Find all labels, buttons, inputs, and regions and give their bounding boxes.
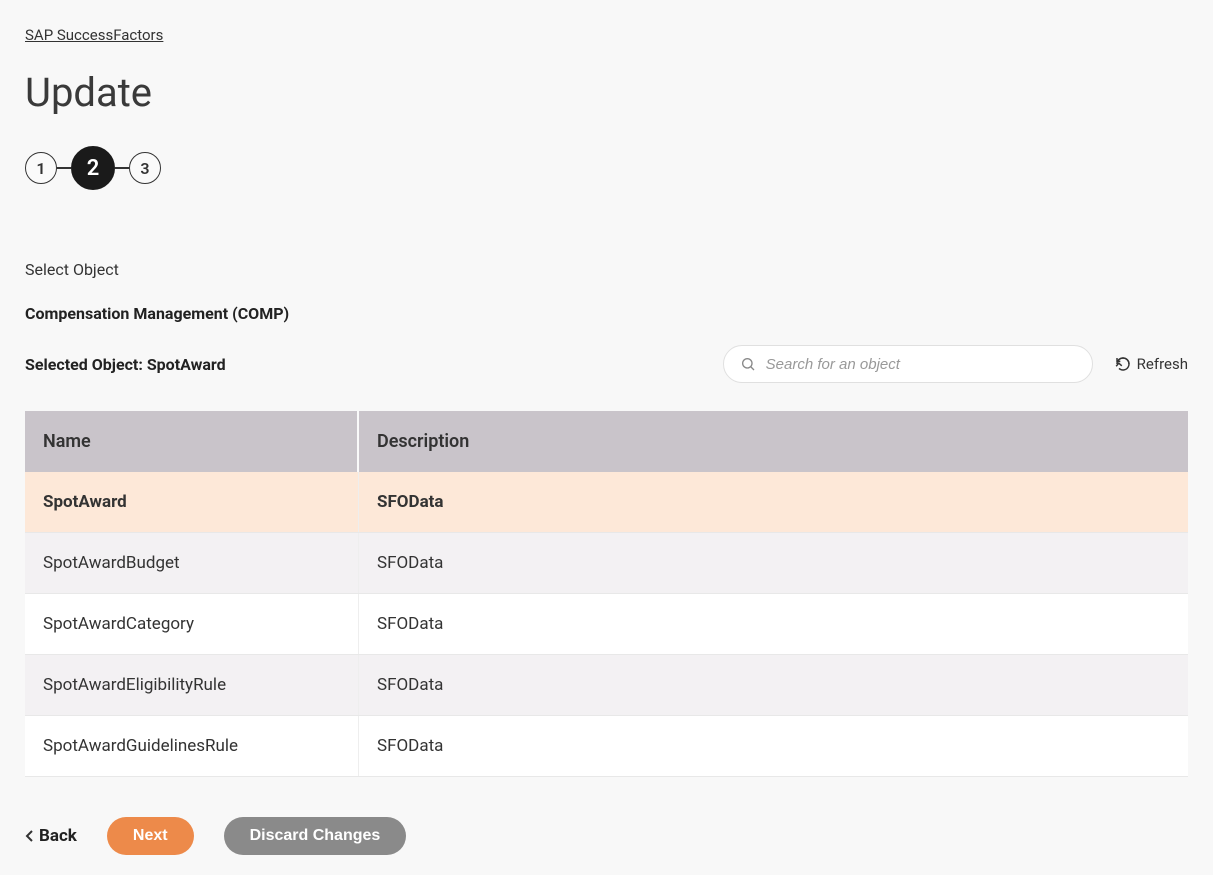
category-label: Compensation Management (COMP) xyxy=(25,304,1188,323)
cell-description: SFOData xyxy=(359,594,1188,654)
discard-button[interactable]: Discard Changes xyxy=(224,817,407,855)
cell-name: SpotAwardBudget xyxy=(25,533,359,593)
step-3[interactable]: 3 xyxy=(129,152,161,184)
cell-name: SpotAwardEligibilityRule xyxy=(25,655,359,715)
breadcrumb-link[interactable]: SAP SuccessFactors xyxy=(25,26,163,44)
chevron-left-icon xyxy=(25,829,35,843)
refresh-button[interactable]: Refresh xyxy=(1115,355,1188,373)
table-row[interactable]: SpotAwardEligibilityRuleSFOData xyxy=(25,655,1188,716)
table-row[interactable]: SpotAwardGuidelinesRuleSFOData xyxy=(25,716,1188,777)
cell-description: SFOData xyxy=(359,472,1188,532)
cell-name: SpotAwardGuidelinesRule xyxy=(25,716,359,776)
object-table: Name Description SpotAwardSFODataSpotAwa… xyxy=(25,411,1188,777)
page-title: Update xyxy=(25,69,1188,116)
cell-description: SFOData xyxy=(359,533,1188,593)
next-button[interactable]: Next xyxy=(107,817,194,855)
table-header: Name Description xyxy=(25,411,1188,472)
stepper: 1 2 3 xyxy=(25,146,1188,190)
cell-description: SFOData xyxy=(359,716,1188,776)
step-connector xyxy=(115,167,129,169)
selected-object-label: Selected Object: SpotAward xyxy=(25,355,226,374)
back-button[interactable]: Back xyxy=(25,826,77,846)
search-input[interactable] xyxy=(766,356,1076,373)
refresh-icon xyxy=(1115,356,1131,372)
back-label: Back xyxy=(39,826,77,846)
column-name: Name xyxy=(25,411,359,472)
cell-name: SpotAwardCategory xyxy=(25,594,359,654)
cell-description: SFOData xyxy=(359,655,1188,715)
search-icon xyxy=(740,356,756,372)
table-row[interactable]: SpotAwardSFOData xyxy=(25,472,1188,533)
cell-name: SpotAward xyxy=(25,472,359,532)
table-row[interactable]: SpotAwardCategorySFOData xyxy=(25,594,1188,655)
step-1[interactable]: 1 xyxy=(25,152,57,184)
step-2[interactable]: 2 xyxy=(71,146,115,190)
step-connector xyxy=(57,167,71,169)
column-description: Description xyxy=(359,411,1188,472)
table-row[interactable]: SpotAwardBudgetSFOData xyxy=(25,533,1188,594)
refresh-label: Refresh xyxy=(1137,355,1188,373)
table-body[interactable]: SpotAwardSFODataSpotAwardBudgetSFODataSp… xyxy=(25,472,1188,777)
search-box[interactable] xyxy=(723,345,1093,383)
select-object-label: Select Object xyxy=(25,260,1188,279)
footer-buttons: Back Next Discard Changes xyxy=(25,817,1188,855)
